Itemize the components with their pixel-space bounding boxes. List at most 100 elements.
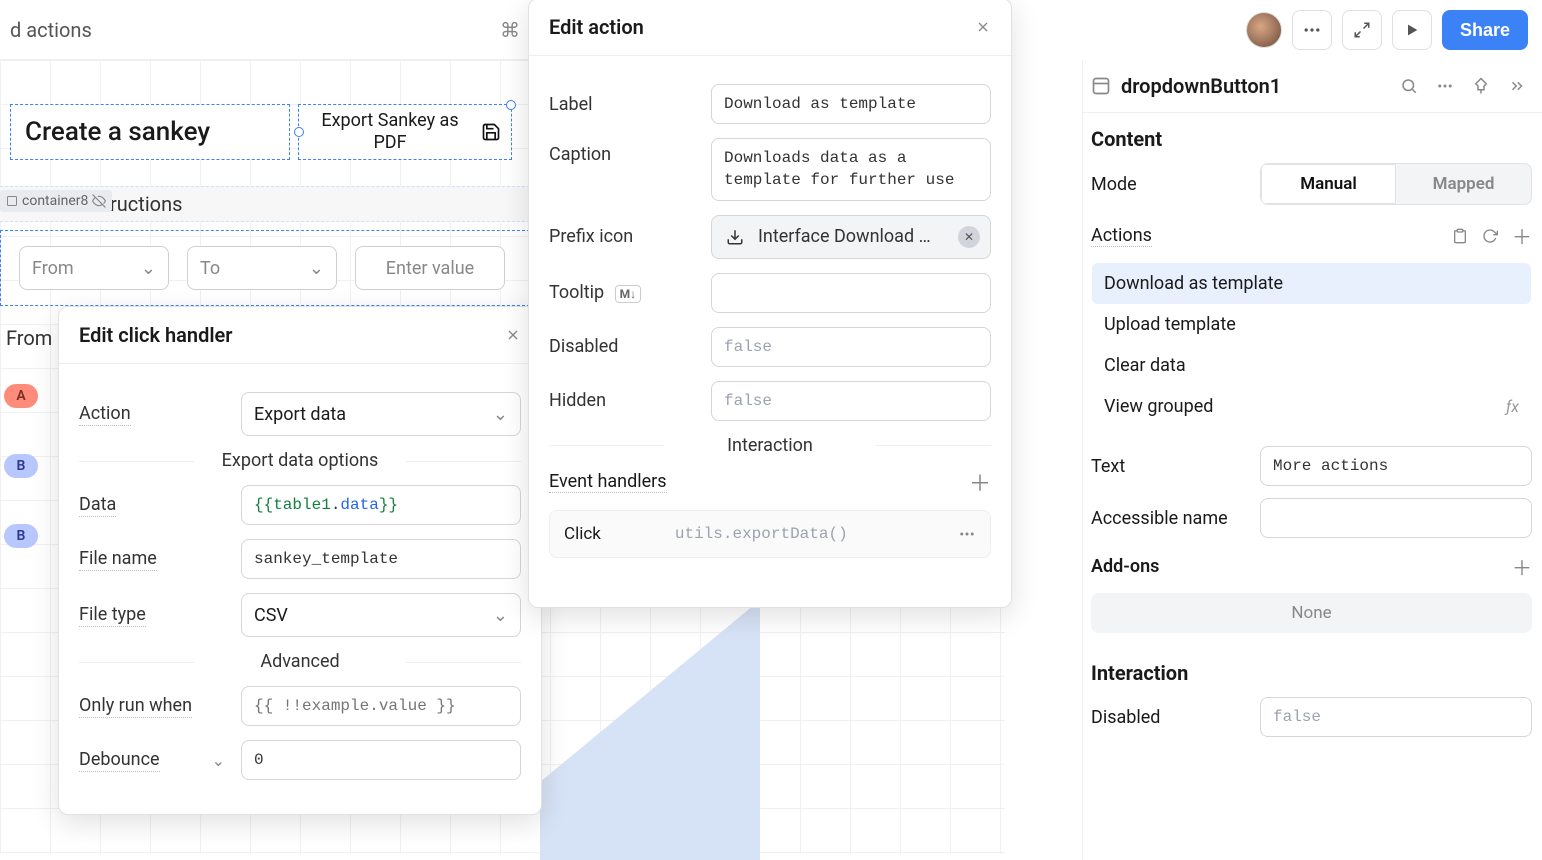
more-menu-button[interactable] (1292, 10, 1332, 50)
caption-label: Caption (549, 138, 699, 165)
label-label: Label (549, 94, 699, 115)
onlyrun-input[interactable] (241, 686, 521, 726)
component-name[interactable]: dropdownButton1 (1121, 74, 1390, 98)
to-placeholder: To (200, 258, 220, 279)
inspector-panel: dropdownButton1 Content Mode Manual Mapp… (1082, 60, 1542, 860)
interaction-title: Interaction (549, 435, 991, 456)
topbar-right: Share (1138, 0, 1542, 60)
download-icon (722, 224, 748, 250)
chevron-down-icon: ⌄ (309, 258, 324, 279)
add-event-button[interactable]: ＋ (969, 466, 991, 498)
save-icon (481, 122, 501, 142)
mode-manual-tab[interactable]: Manual (1261, 164, 1396, 204)
from-select[interactable]: From ⌄ (19, 246, 169, 290)
widget-filter-row[interactable]: From ⌄ To ⌄ Enter value (0, 230, 530, 306)
event-code: utils.exportData() (675, 525, 848, 543)
preview-button[interactable] (1392, 10, 1432, 50)
caption-input[interactable]: Downloads data as a template for further… (711, 138, 991, 201)
chevron-down-icon: ⌄ (141, 258, 156, 279)
inspector-disabled-input[interactable] (1260, 697, 1532, 737)
tooltip-label: Tooltip M↓ (549, 282, 699, 303)
advanced-title: Advanced (79, 651, 521, 672)
event-handlers-label: Event handlers (549, 471, 667, 493)
tooltip-input[interactable] (711, 273, 991, 313)
row-badge-a: A (4, 384, 38, 408)
addons-none: None (1091, 593, 1532, 633)
action-select[interactable]: Export data ⌄ (241, 392, 521, 436)
fx-icon: ƒx (1506, 397, 1519, 416)
disabled-input[interactable] (711, 327, 991, 367)
pin-icon[interactable] (1472, 77, 1490, 95)
data-label: Data (79, 494, 116, 517)
selection-handle[interactable] (294, 127, 304, 137)
widget-export-pdf-button[interactable]: Export Sankey as PDF (298, 104, 512, 160)
hidden-icon (92, 194, 106, 208)
data-expression-input[interactable]: {{table1.data}} (241, 485, 521, 525)
topbar-left: d actions ⌘ (0, 0, 530, 60)
share-button[interactable]: Share (1442, 10, 1528, 50)
text-input[interactable] (1260, 446, 1532, 486)
onlyrun-label: Only run when (79, 695, 192, 718)
from-column-header: From (6, 326, 52, 350)
instructions-partial: ructions (110, 192, 182, 216)
prefix-icon-picker[interactable]: Interface Download … ✕ (711, 215, 991, 259)
filename-input[interactable] (241, 539, 521, 579)
mode-segmented[interactable]: Manual Mapped (1260, 163, 1532, 205)
panel-title: Edit action (549, 15, 644, 39)
disabled-label: Disabled (549, 336, 699, 357)
text-label: Text (1091, 456, 1125, 477)
action-item-download[interactable]: Download as template (1092, 263, 1531, 304)
component-type-icon (1091, 76, 1111, 96)
action-item-clear[interactable]: Clear data (1092, 345, 1531, 386)
edit-click-handler-panel: Edit click handler Action Export data ⌄ … (58, 306, 542, 815)
chevron-down-icon: ⌄ (493, 605, 508, 626)
paste-icon[interactable] (1452, 228, 1468, 244)
action-item-upload[interactable]: Upload template (1092, 304, 1531, 345)
export-options-title: Export data options (79, 450, 521, 471)
filename-label: File name (79, 548, 157, 571)
edit-action-panel: Edit action Label Caption Downloads data… (528, 0, 1012, 608)
widget-title-text: Create a sankey (25, 117, 210, 147)
prefix-label: Prefix icon (549, 226, 699, 247)
action-label: Action (79, 403, 131, 426)
row-badge-b: B (4, 524, 38, 548)
content-section-title: Content (1091, 127, 1532, 151)
clear-icon[interactable]: ✕ (958, 226, 980, 248)
from-placeholder: From (32, 258, 74, 279)
label-input[interactable] (711, 84, 991, 124)
widget-title[interactable]: Create a sankey (10, 104, 290, 160)
hidden-label: Hidden (549, 390, 699, 411)
selection-handle[interactable] (506, 100, 516, 110)
refresh-icon[interactable] (1482, 228, 1498, 244)
hidden-input[interactable] (711, 381, 991, 421)
action-item-view-grouped[interactable]: View grouped ƒx (1092, 386, 1531, 427)
value-placeholder: Enter value (386, 258, 474, 279)
avatar[interactable] (1246, 12, 1282, 48)
search-icon[interactable] (1400, 77, 1418, 95)
event-type: Click (564, 524, 601, 544)
chevron-down-icon[interactable]: ⌄ (212, 751, 225, 770)
add-action-button[interactable]: ＋ (1512, 221, 1532, 250)
more-icon[interactable] (1436, 77, 1454, 95)
value-input[interactable]: Enter value (355, 246, 505, 290)
row-badge-b: B (4, 454, 38, 478)
mode-mapped-tab[interactable]: Mapped (1396, 164, 1531, 204)
accessible-input[interactable] (1260, 498, 1532, 538)
expand-panel-icon[interactable] (1508, 77, 1526, 95)
debounce-label: Debounce (79, 749, 160, 772)
close-icon[interactable] (505, 327, 521, 343)
debounce-input[interactable] (241, 740, 521, 780)
event-handler-row[interactable]: Click utils.exportData() (549, 510, 991, 558)
mode-label: Mode (1091, 174, 1137, 195)
expand-button[interactable] (1342, 10, 1382, 50)
filetype-select[interactable]: CSV ⌄ (241, 593, 521, 637)
container-tag[interactable]: container8 (0, 190, 112, 212)
to-select[interactable]: To ⌄ (187, 246, 337, 290)
close-icon[interactable] (975, 19, 991, 35)
chevron-down-icon: ⌄ (493, 404, 508, 425)
add-addon-button[interactable]: ＋ (1512, 552, 1532, 581)
topbar-left-text: d actions (10, 18, 92, 42)
event-more-icon[interactable] (958, 525, 976, 543)
shortcut-hint: ⌘ (500, 18, 520, 42)
prefix-value: Interface Download … (758, 226, 931, 247)
